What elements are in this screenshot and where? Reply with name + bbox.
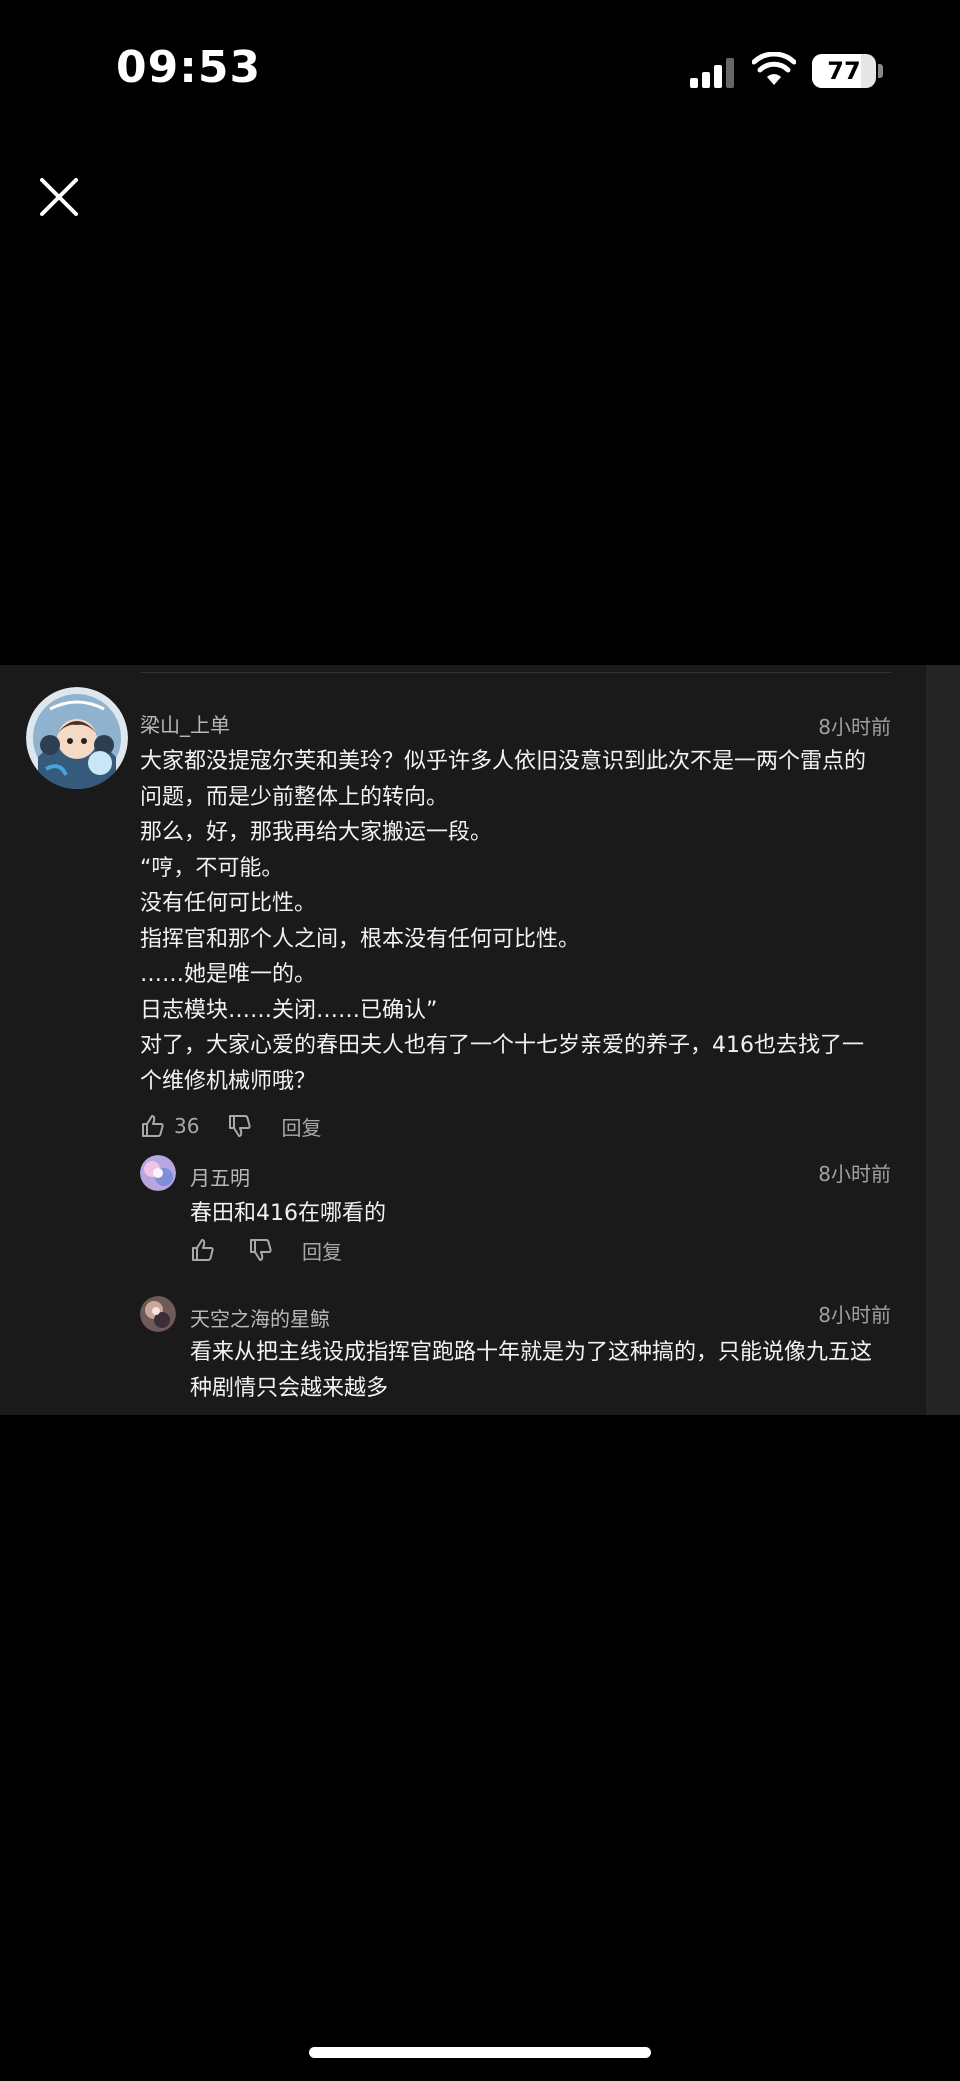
- thumbs-down-icon[interactable]: [248, 1237, 274, 1263]
- thumbs-up-icon[interactable]: [190, 1237, 216, 1263]
- reply-button[interactable]: 回复: [302, 1236, 342, 1265]
- wifi-icon: [752, 52, 796, 85]
- reply-button[interactable]: 回复: [281, 1112, 321, 1141]
- reply-line: 看来从把主线设成指挥官跑路十年就是为了这种搞的，只能说像九五这: [190, 1340, 873, 1365]
- comment-line: 对了，大家心爱的春田夫人也有了一个十七岁亲爱的养子，416也去找了一: [140, 1033, 864, 1058]
- avatar-image: [26, 687, 128, 789]
- thumbs-down-icon[interactable]: [227, 1113, 253, 1139]
- comment-line: 没有任何可比性。: [140, 891, 317, 916]
- battery-percent: 77: [827, 57, 861, 85]
- comment-line: 个维修机械师哦？: [140, 1068, 317, 1094]
- scrollbar-track[interactable]: [926, 665, 960, 1415]
- comment-time: 8小时前: [818, 715, 891, 739]
- cellular-signal-icon: [690, 58, 734, 88]
- avatar-image: [140, 1155, 176, 1191]
- comment-line: “哼，不可能。: [140, 855, 284, 881]
- comment-username[interactable]: 梁山_上单: [140, 709, 230, 738]
- close-icon[interactable]: [34, 172, 84, 222]
- reply-line: 春田和416在哪看的: [190, 1201, 386, 1226]
- status-time: 09:53: [116, 42, 262, 93]
- comment-line: 那么，好，那我再给大家搬运一段。: [140, 820, 493, 845]
- status-bar: 09:53 77: [0, 0, 960, 140]
- battery-icon: 77: [812, 54, 876, 88]
- reply-body: 看来从把主线设成指挥官跑路十年就是为了这种搞的，只能说像九五这 种剧情只会越来越…: [190, 1335, 872, 1406]
- comment-actions: 36 回复: [140, 1111, 321, 1141]
- reply-username[interactable]: 天空之海的星鲸: [190, 1303, 330, 1332]
- comment-line: ……她是唯一的。: [140, 962, 317, 987]
- comment-line: 指挥官和那个人之间，根本没有任何可比性。: [140, 926, 581, 952]
- reply-body: 春田和416在哪看的: [190, 1196, 386, 1232]
- avatar[interactable]: [26, 687, 128, 789]
- thumbs-up-icon[interactable]: [140, 1113, 166, 1139]
- avatar-image: [140, 1296, 176, 1332]
- avatar[interactable]: [140, 1296, 176, 1332]
- reply-time: 8小时前: [818, 1162, 891, 1186]
- battery-nub: [878, 64, 883, 78]
- comment-line: 问题，而是少前整体上的转向。: [140, 784, 449, 810]
- comment-line: 日志模块……关闭……已确认”: [140, 997, 438, 1023]
- avatar[interactable]: [140, 1155, 176, 1191]
- divider: [140, 672, 892, 673]
- home-indicator[interactable]: [309, 2047, 651, 2058]
- reply-username[interactable]: 月五明: [190, 1162, 250, 1191]
- comment-body: 大家都没提寇尔芙和美玲？似乎许多人依旧没意识到此次不是一两个雷点的 问题，而是少…: [140, 744, 866, 1099]
- reply-line: 种剧情只会越来越多: [190, 1375, 389, 1401]
- comment-line: 大家都没提寇尔芙和美玲？似乎许多人依旧没意识到此次不是一两个雷点的: [140, 749, 867, 774]
- reply-actions: 回复: [190, 1235, 342, 1265]
- reply-time: 8小时前: [818, 1303, 891, 1327]
- like-count: 36: [174, 1114, 200, 1138]
- comment-panel: 梁山_上单 8小时前 大家都没提寇尔芙和美玲？似乎许多人依旧没意识到此次不是一两…: [0, 665, 960, 1415]
